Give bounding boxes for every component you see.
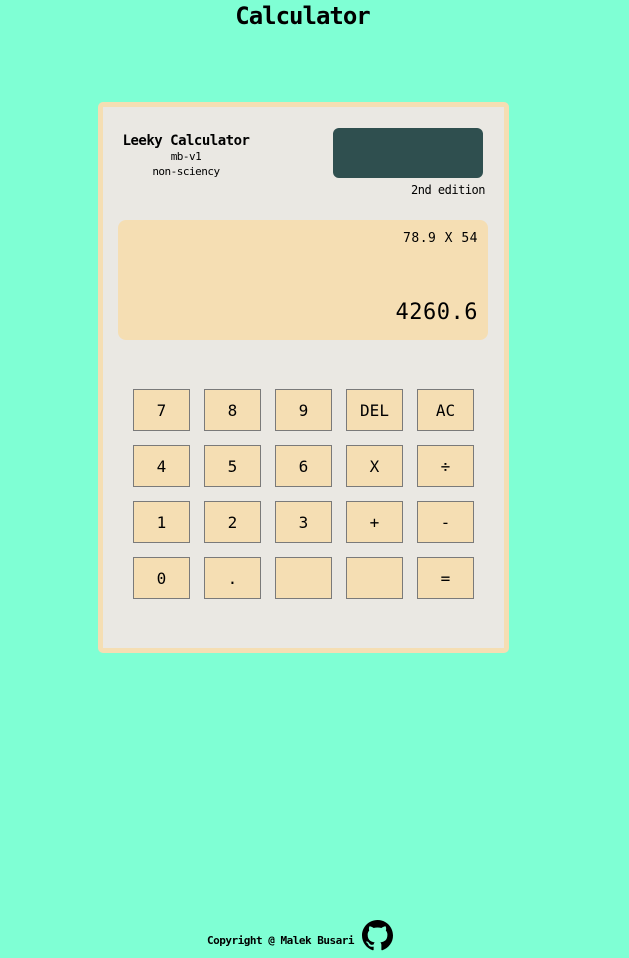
copyright-text: Copyright @ Malek Busari [207,934,354,947]
key-3[interactable]: 3 [275,501,332,543]
brand-subtitle: non-sciency [152,165,220,178]
key-1[interactable]: 1 [133,501,190,543]
decimal-button[interactable]: . [204,557,261,599]
key-4[interactable]: 4 [133,445,190,487]
calculator: Leeky Calculator mb-v1 non-sciency 2nd e… [98,102,509,653]
key-7[interactable]: 7 [133,389,190,431]
page-title: Calculator [235,2,371,30]
equals-button[interactable]: = [417,557,474,599]
brand-block: Leeky Calculator mb-v1 non-sciency [111,134,261,179]
blank-key[interactable] [346,557,403,599]
brand-name: Leeky Calculator [122,133,250,149]
key-5[interactable]: 5 [204,445,261,487]
key-8[interactable]: 8 [204,389,261,431]
key-0[interactable]: 0 [133,557,190,599]
key-6[interactable]: 6 [275,445,332,487]
key-9[interactable]: 9 [275,389,332,431]
delete-button[interactable]: DEL [346,389,403,431]
display-screen: 78.9 X 54 4260.6 [118,220,488,340]
footer: Copyright @ Malek Busari [207,920,393,951]
add-button[interactable]: + [346,501,403,543]
brand-model: mb-v1 [170,150,202,163]
key-2[interactable]: 2 [204,501,261,543]
page: Calculator Leeky Calculator mb-v1 non-sc… [0,0,629,958]
multiply-button[interactable]: X [346,445,403,487]
display-expression: 78.9 X 54 [403,231,478,246]
divide-button[interactable]: ÷ [417,445,474,487]
blank-key[interactable] [275,557,332,599]
github-icon [361,920,393,951]
display-result: 4260.6 [395,300,478,325]
all-clear-button[interactable]: AC [417,389,474,431]
solar-panel [333,128,483,178]
subtract-button[interactable]: - [417,501,474,543]
keypad: 7 8 9 DEL AC 4 5 6 X ÷ 1 2 3 + - 0 . = [133,389,474,599]
edition-label: 2nd edition [411,183,485,197]
github-link[interactable] [361,920,393,951]
